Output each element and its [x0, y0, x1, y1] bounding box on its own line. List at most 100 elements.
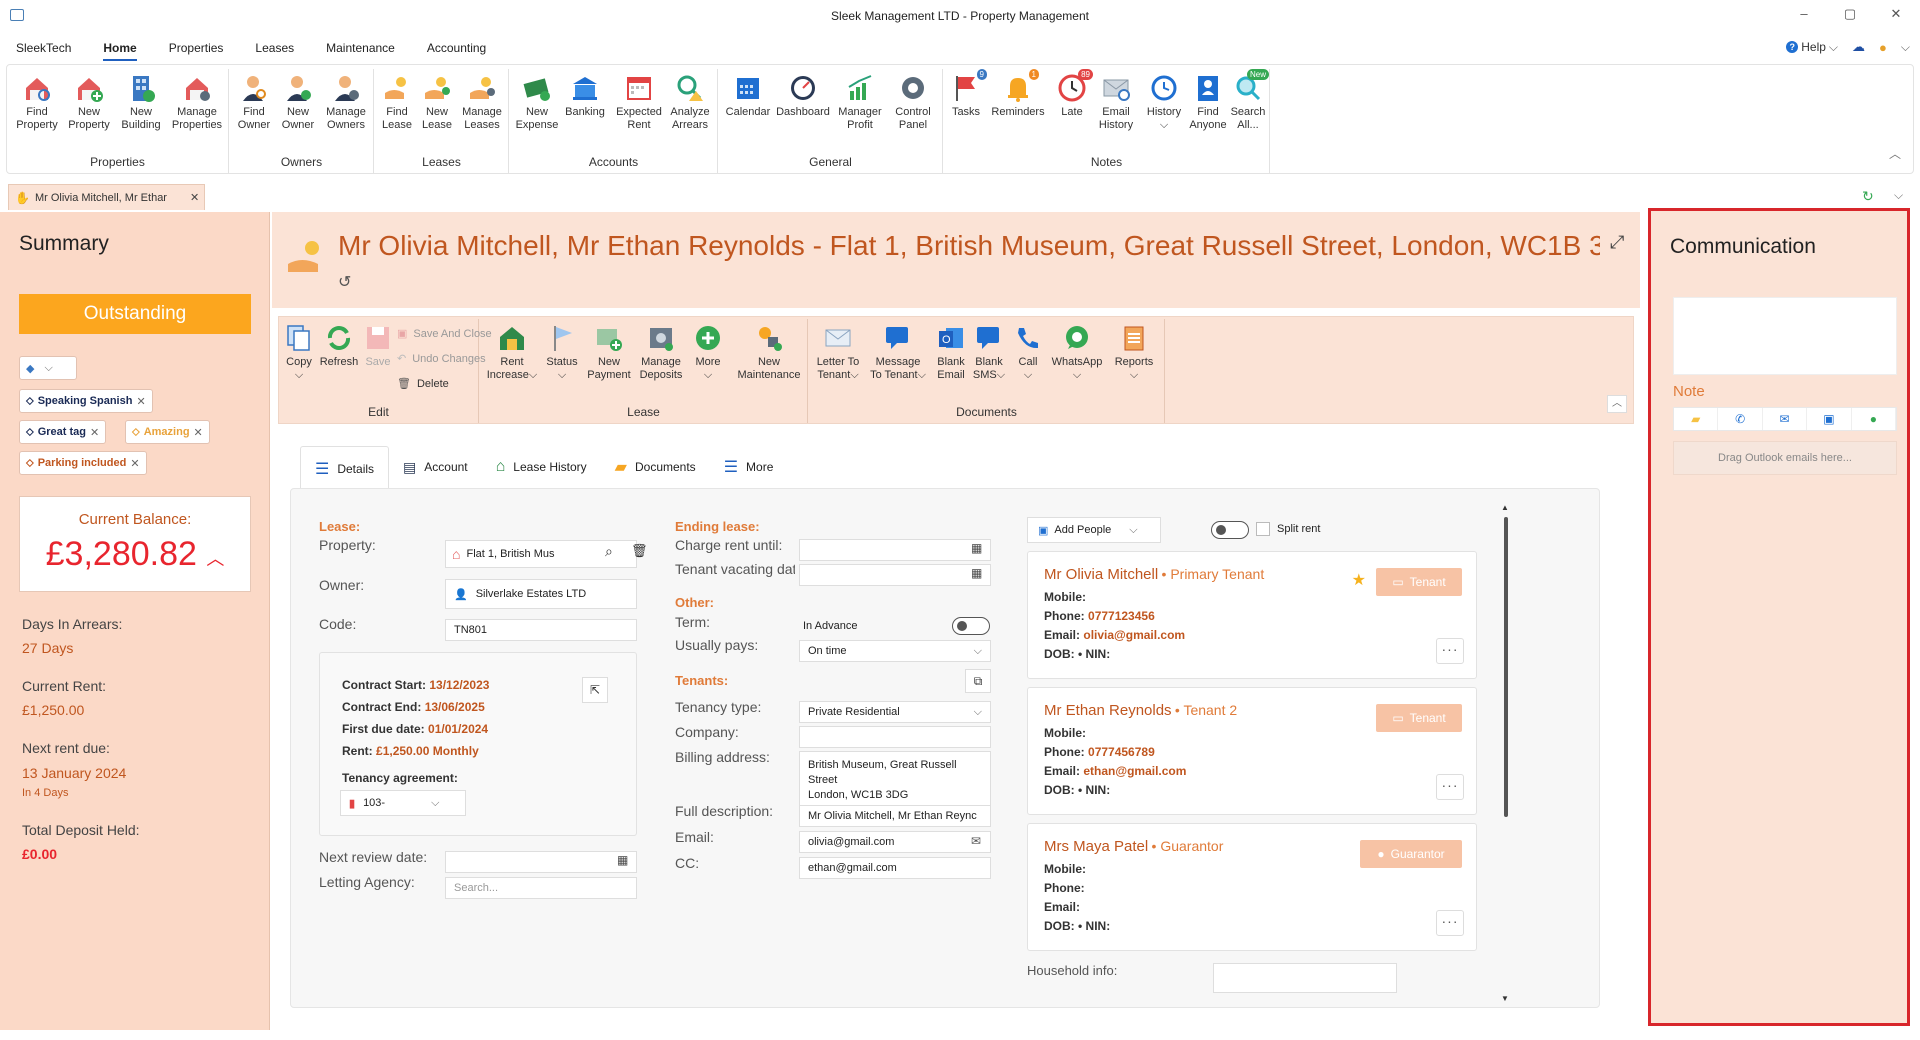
analyze-arrears-button[interactable]: Analyze Arrears [666, 73, 714, 132]
more-options-button[interactable]: ··· [1436, 910, 1464, 936]
message-to-tenant-button[interactable]: Message To Tenant⌵ [865, 323, 931, 382]
undo-button[interactable]: ↶ Undo Changes [397, 352, 486, 366]
menu-maintenance[interactable]: Maintenance [326, 37, 395, 59]
maximize-icon[interactable]: ▢ [1840, 6, 1860, 22]
vacating-field[interactable] [799, 564, 991, 586]
tab-lease-history[interactable]: ⌂ Lease History [482, 446, 601, 488]
calendar-icon[interactable]: ▦ [971, 541, 982, 555]
calendar-icon[interactable]: ▦ [971, 566, 982, 580]
person-name[interactable]: Mr Olivia Mitchell [1044, 566, 1158, 583]
star-icon[interactable]: ★ [1352, 570, 1366, 590]
whatsapp-icon[interactable]: ● [1852, 408, 1897, 430]
add-people-button[interactable]: ▣ Add People ⌵ [1027, 517, 1161, 543]
new-property-button[interactable]: New Property [65, 73, 113, 132]
full-description-field[interactable]: Mr Olivia Mitchell, Mr Ethan Reync [799, 805, 991, 827]
control-panel-button[interactable]: Control Panel [889, 73, 937, 132]
tasks-button[interactable]: 9 Tasks [948, 69, 987, 119]
sms-icon[interactable]: ▣ [1807, 408, 1852, 430]
reports-button[interactable]: Reports ⌵ [1109, 323, 1159, 382]
blank-email-button[interactable]: O Blank Email [933, 323, 969, 382]
menu-leases[interactable]: Leases [255, 37, 294, 59]
user-icon[interactable]: ● [1879, 40, 1887, 55]
scroll-up-icon[interactable]: ▲ [1501, 503, 1509, 512]
manage-leases-button[interactable]: Manage Leases [459, 73, 505, 132]
owner-field[interactable]: 👤 Silverlake Estates LTD [445, 579, 637, 609]
rent-increase-button[interactable]: Rent Increase⌵ [484, 323, 540, 382]
more-options-button[interactable]: ··· [1436, 774, 1464, 800]
usually-pays-select[interactable]: On time ⌵ [799, 640, 991, 662]
outlook-drop-zone[interactable]: Drag Outlook emails here... [1673, 441, 1897, 475]
remove-tag-icon[interactable]: ✕ [194, 426, 203, 439]
email-field[interactable]: olivia@gmail.com [799, 831, 991, 853]
split-rent-toggle[interactable] [1211, 521, 1249, 539]
calendar-button[interactable]: Calendar [723, 73, 773, 119]
new-lease-button[interactable]: New Lease [419, 73, 455, 132]
remove-tag-icon[interactable]: ✕ [136, 395, 145, 408]
company-field[interactable] [799, 726, 991, 748]
envelope-icon[interactable]: ✉ [971, 834, 981, 848]
menu-sleektech[interactable]: SleekTech [16, 37, 71, 59]
scrollbar[interactable]: ▲ ▼ [1501, 503, 1511, 1003]
manage-deposits-button[interactable]: Manage Deposits [636, 323, 686, 382]
new-building-button[interactable]: New Building [119, 73, 163, 132]
next-review-field[interactable] [445, 851, 637, 873]
search-icon[interactable]: ⌕ [605, 543, 613, 560]
cc-field[interactable]: ethan@gmail.com [799, 857, 991, 879]
copy-icon[interactable]: ⧉ [965, 669, 991, 693]
manage-properties-button[interactable]: Manage Properties [169, 73, 225, 132]
document-tab[interactable]: ✋ Mr Olivia Mitchell, Mr Ethar ✕ [8, 184, 205, 210]
find-property-button[interactable]: Find Property [13, 73, 61, 132]
close-tab-icon[interactable]: ✕ [190, 191, 199, 204]
delete-button[interactable]: 🗑 Delete [397, 377, 449, 391]
reminders-button[interactable]: 1 Reminders [988, 69, 1048, 119]
manage-owners-button[interactable]: Manage Owners [322, 73, 370, 132]
help-button[interactable]: ? Help ⌵ [1786, 40, 1838, 55]
tab-details[interactable]: ☰ Details [300, 446, 390, 490]
expected-rent-button[interactable]: Expected Rent [614, 73, 664, 132]
blank-sms-button[interactable]: Blank SMS⌵ [969, 323, 1009, 382]
save-close-button[interactable]: ▣ Save And Close [397, 327, 492, 341]
menu-home[interactable]: Home [103, 37, 138, 61]
trash-icon[interactable]: 🗑 [631, 543, 648, 559]
refresh-button[interactable]: Refresh [319, 323, 359, 369]
term-toggle[interactable] [952, 617, 990, 635]
message-textbox[interactable] [1673, 297, 1897, 375]
new-payment-button[interactable]: New Payment [584, 323, 634, 382]
tab-account[interactable]: ▤ Account [389, 446, 482, 488]
tag-speaking-spanish[interactable]: ⬦ Speaking Spanish ✕ [19, 389, 153, 413]
history-icon[interactable]: ↺ [338, 272, 351, 292]
status-button[interactable]: Status ⌵ [542, 323, 582, 382]
copy-button[interactable]: Copy ⌵ [283, 323, 315, 382]
tag-amazing[interactable]: ⬦ Amazing ✕ [125, 420, 210, 444]
find-owner-button[interactable]: Find Owner [234, 73, 274, 132]
collapse-toolbar-icon[interactable]: ︿ [1607, 395, 1627, 413]
note-icon[interactable]: ▰ [1674, 408, 1719, 430]
cloud-icon[interactable]: ☁ [1852, 39, 1865, 55]
whatsapp-button[interactable]: WhatsApp ⌵ [1047, 323, 1107, 382]
find-lease-button[interactable]: Find Lease [379, 73, 415, 132]
more-options-button[interactable]: ··· [1436, 638, 1464, 664]
save-button[interactable]: Save [363, 323, 393, 369]
history-button[interactable]: History ⌵ [1142, 73, 1186, 132]
expand-icon[interactable]: ⤢ [1610, 232, 1624, 253]
calendar-icon[interactable]: ▦ [617, 853, 628, 867]
tenancy-type-select[interactable]: Private Residential ⌵ [799, 701, 991, 723]
chevron-down-icon[interactable]: ⌵ [1894, 188, 1903, 203]
banking-button[interactable]: Banking [562, 73, 608, 119]
more-lease-button[interactable]: More ⌵ [688, 323, 728, 382]
new-owner-button[interactable]: New Owner [278, 73, 318, 132]
tag-great-tag[interactable]: ⬦ Great tag ✕ [19, 420, 107, 444]
collapse-ribbon-icon[interactable]: ︿ [1889, 145, 1901, 162]
tab-more[interactable]: ☰ More [710, 446, 788, 488]
find-anyone-button[interactable]: Find Anyone [1188, 73, 1228, 132]
letting-agency-search[interactable]: Search... [445, 877, 637, 899]
person-name[interactable]: Mr Ethan Reynolds [1044, 702, 1172, 719]
dashboard-button[interactable]: Dashboard [775, 73, 831, 119]
late-button[interactable]: 89 Late [1052, 69, 1093, 119]
sync-icon[interactable]: ↻ [1862, 188, 1874, 205]
remove-tag-icon[interactable]: ✕ [90, 426, 99, 439]
tag-picker[interactable]: ◆ ⌵ [19, 356, 77, 380]
new-maintenance-button[interactable]: New Maintenance [734, 323, 804, 382]
email-history-button[interactable]: Email History [1094, 73, 1138, 132]
tab-documents[interactable]: ▰ Documents [601, 446, 710, 488]
